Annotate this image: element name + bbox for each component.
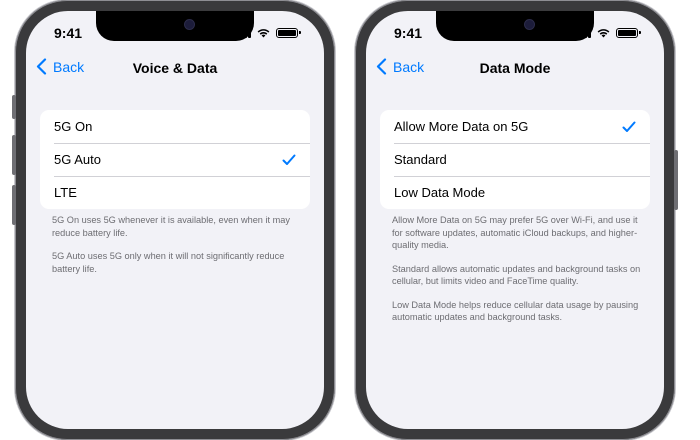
footer-description: Allow More Data on 5G may prefer 5G over… — [392, 214, 644, 335]
navigation-bar: Back Voice & Data — [26, 58, 324, 80]
wifi-icon — [257, 29, 270, 38]
options-list: 5G On 5G Auto LTE — [40, 110, 310, 209]
option-low-data-mode[interactable]: Low Data Mode — [380, 176, 650, 209]
navigation-bar: Back Data Mode — [366, 58, 664, 80]
footer-text: Low Data Mode helps reduce cellular data… — [392, 299, 639, 323]
footer-text: 5G Auto uses 5G only when it will not si… — [52, 251, 285, 274]
page-title: Voice & Data — [132, 60, 218, 76]
option-label: Allow More Data on 5G — [394, 119, 529, 134]
notch — [436, 11, 594, 41]
option-label: LTE — [54, 185, 77, 200]
option-label: Low Data Mode — [394, 185, 486, 200]
footer-text: Allow More Data on 5G may prefer 5G over… — [392, 215, 638, 250]
battery-icon — [276, 27, 301, 38]
footer-text: Standard allows automatic updates and ba… — [392, 263, 641, 287]
option-lte[interactable]: LTE — [40, 176, 310, 209]
footer-text: 5G On uses 5G whenever it is available, … — [52, 215, 290, 238]
option-5g-on[interactable]: 5G On — [40, 110, 310, 143]
side-button — [12, 95, 16, 119]
checkmark-icon — [622, 121, 636, 132]
option-standard[interactable]: Standard — [380, 143, 650, 176]
checkmark-icon — [282, 154, 296, 165]
phone-left: 9:41 Back Voice & Data 5G On 5G Auto LTE… — [12, 0, 335, 440]
status-time: 9:41 — [394, 25, 423, 41]
camera-icon — [524, 19, 535, 30]
side-button — [12, 185, 16, 225]
wifi-icon — [597, 29, 610, 38]
camera-icon — [184, 19, 195, 30]
option-label: 5G On — [54, 119, 93, 134]
option-label: 5G Auto — [54, 152, 101, 167]
option-5g-auto[interactable]: 5G Auto — [40, 143, 310, 176]
status-time: 9:41 — [54, 25, 83, 41]
footer-description: 5G On uses 5G whenever it is available, … — [52, 214, 304, 286]
cellular-signal-icon — [234, 27, 251, 38]
battery-icon — [616, 27, 641, 38]
option-allow-more-data[interactable]: Allow More Data on 5G — [380, 110, 650, 143]
option-label: Standard — [394, 152, 447, 167]
status-icons — [574, 27, 641, 38]
screen: 9:41 Back Voice & Data 5G On 5G Auto LTE… — [26, 11, 324, 429]
options-list: Allow More Data on 5G Standard Low Data … — [380, 110, 650, 209]
notch — [96, 11, 254, 41]
cellular-signal-icon — [574, 27, 591, 38]
side-button — [12, 135, 16, 175]
phone-right: 9:41 Back Data Mode Allow More Data on 5… — [355, 0, 678, 440]
page-title: Data Mode — [479, 60, 551, 76]
side-button — [674, 150, 678, 210]
screen: 9:41 Back Data Mode Allow More Data on 5… — [366, 11, 664, 429]
status-icons — [234, 27, 301, 38]
